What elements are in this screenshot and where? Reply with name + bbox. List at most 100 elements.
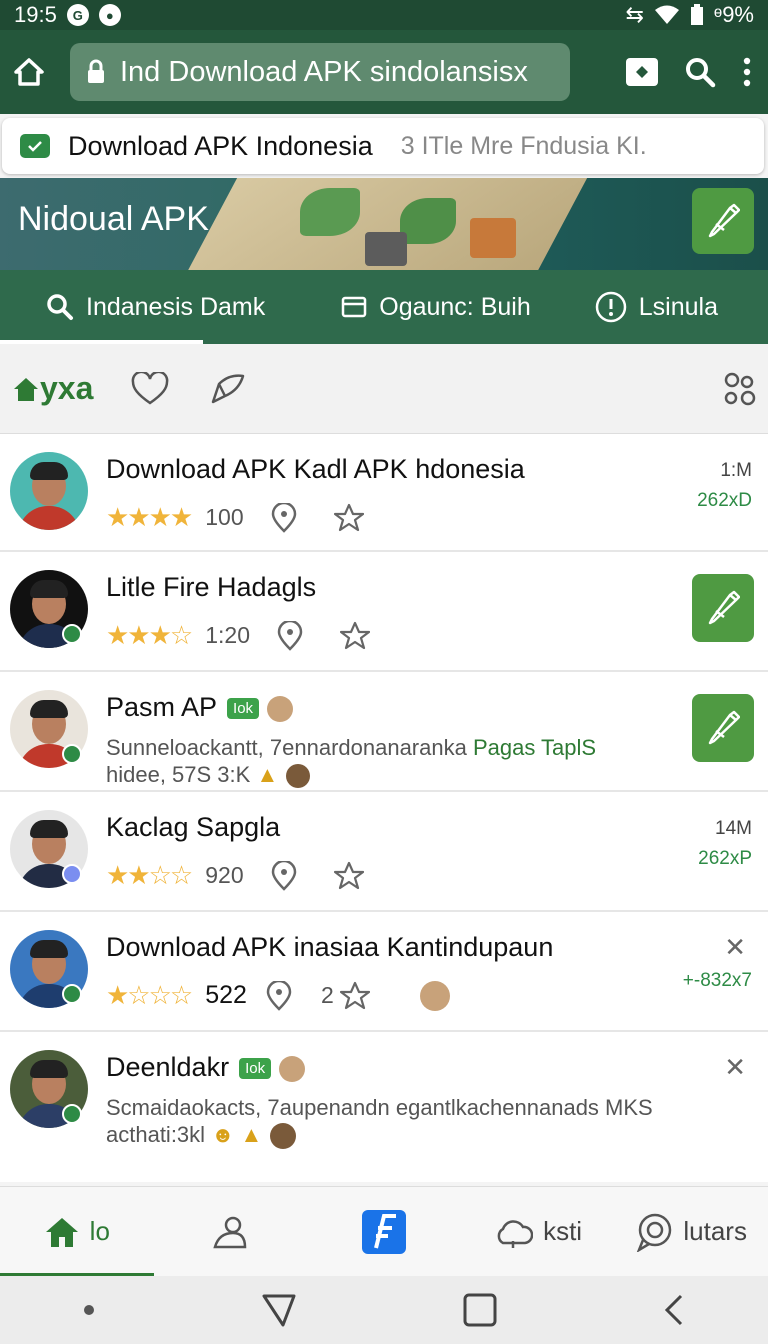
person-icon	[213, 1216, 247, 1248]
tab-window[interactable]: Ogaunc: Buih	[327, 270, 545, 344]
tag-chip: Iok	[227, 698, 260, 720]
more-menu-icon[interactable]	[742, 56, 752, 88]
verified-badge-icon	[62, 744, 82, 764]
verified-badge-icon	[62, 624, 82, 644]
status-bar: 19:5 G ● ⇆ ᶱ9%	[0, 0, 768, 30]
mini-avatar	[286, 764, 311, 789]
app-title: Kaclag Sapgla	[106, 812, 281, 842]
rocket-icon: ▲	[240, 1122, 263, 1147]
back-triangle-icon[interactable]	[261, 1292, 297, 1328]
tab-info[interactable]: Lsinula	[581, 270, 732, 344]
mini-avatar	[267, 695, 294, 722]
brand-home-button[interactable]: yxa	[12, 370, 93, 407]
list-item[interactable]: Download APK inasiaa Kantindupaun ★☆☆☆ 5…	[0, 912, 768, 1032]
emoji-icon: ☻	[211, 1122, 235, 1147]
heart-icon[interactable]	[131, 371, 169, 406]
puzzle-icon[interactable]	[720, 370, 758, 408]
banner-title: Nidoual APK	[18, 200, 209, 238]
flash-app-icon	[361, 1209, 406, 1254]
nav-cloud[interactable]: ksti	[461, 1187, 615, 1277]
close-icon[interactable]: ✕	[724, 932, 746, 963]
list-item[interactable]: Pasm AP Iok Sunnelоackantt, 7ennardonanar…	[0, 672, 768, 792]
tabs-button[interactable]	[626, 58, 658, 86]
home-square-icon[interactable]	[463, 1293, 497, 1327]
home-button[interactable]	[0, 30, 58, 114]
rating-stars: ★★☆☆	[106, 860, 193, 890]
banner-edit-button[interactable]	[692, 188, 754, 254]
url-text: Ind Download APK sindolansisx	[120, 55, 528, 88]
list-item[interactable]: Litle Fire Hadagls ★★★☆ 1:20	[0, 552, 768, 672]
app-size: 1:M	[720, 460, 752, 481]
app-title: Pasm AP Iok	[106, 692, 294, 723]
tab-search[interactable]: Indanesis Damk	[0, 270, 279, 344]
verified-badge-icon	[62, 864, 82, 884]
favorite-star-icon[interactable]	[333, 861, 364, 891]
rating-count: 920	[205, 862, 244, 888]
suggestion-title: Download APK Indonesia	[68, 130, 373, 161]
list-item[interactable]: Kaclag Sapgla ★★☆☆ 920 14M 262xP	[0, 792, 768, 912]
rating-stars: ★★★★	[106, 502, 193, 532]
close-icon[interactable]: ✕	[724, 1052, 746, 1083]
suggestion-subtitle: 3 ITle Mre Fndusia KI.	[400, 131, 647, 160]
app-meta: 1:M 262xD	[697, 456, 752, 516]
tabs-icon	[636, 66, 648, 78]
notification-icon: G	[66, 4, 89, 26]
url-bar[interactable]: Ind Download APK sindolansisx	[70, 43, 570, 101]
tab-label: Lsinula	[638, 292, 718, 321]
chat-notification-icon: ●	[98, 4, 121, 26]
app-stats: ★★★★ 100	[106, 502, 364, 533]
rating-stars: ★★★☆	[106, 620, 193, 650]
favorite-star-icon[interactable]	[340, 621, 370, 651]
install-button[interactable]	[692, 694, 754, 762]
rating-count: 100	[205, 504, 244, 530]
app-list: Download APK Kadl APK hdonesia ★★★★ 100 …	[0, 434, 768, 1182]
location-pin-icon[interactable]	[270, 502, 298, 533]
list-item[interactable]: Download APK Kadl APK hdonesia ★★★★ 100 …	[0, 434, 768, 552]
info-icon	[595, 291, 626, 323]
list-item[interactable]: Deenldakr Iok Scmaidaokacts, 7aupenandn e…	[0, 1032, 768, 1182]
block-decoration	[365, 232, 407, 266]
search-icon[interactable]	[684, 56, 716, 88]
avatar	[10, 452, 88, 530]
nav-label: ksti	[543, 1216, 583, 1246]
nav-app[interactable]	[307, 1187, 461, 1277]
sync-icon: ⇆	[625, 2, 644, 27]
tab-label: Indanesis Damk	[86, 292, 266, 321]
tag-chip: Iok	[239, 1058, 272, 1080]
mini-avatar	[279, 1055, 306, 1082]
nav-home[interactable]: lo	[0, 1187, 154, 1277]
nav-label: lutars	[683, 1216, 747, 1246]
favorite-star-icon[interactable]	[339, 981, 370, 1011]
app-title: Download APK inasiaa Kantindupaun	[106, 932, 554, 962]
pen-icon	[708, 710, 740, 745]
back-arrow-icon[interactable]	[663, 1293, 685, 1327]
house-icon	[14, 377, 38, 401]
pen-icon	[708, 590, 740, 625]
lock-icon	[88, 59, 104, 83]
verified-badge-icon	[62, 984, 82, 1004]
location-pin-icon[interactable]	[265, 980, 293, 1011]
nav-chat[interactable]: lutars	[614, 1187, 768, 1277]
app-title: Litle Fire Hadagls	[106, 572, 317, 602]
app-description: Sunnelоackantt, 7ennardonanaranka Pagas …	[106, 735, 597, 789]
rating-count: 1:20	[205, 622, 250, 648]
dot-icon[interactable]	[83, 1304, 95, 1316]
nav-label: lo	[89, 1216, 110, 1246]
search-suggestion[interactable]: Download APK Indonesia 3 ITle Mre Fndusi…	[2, 118, 764, 174]
send-icon[interactable]	[209, 372, 247, 406]
nav-profile[interactable]	[154, 1187, 308, 1277]
install-button[interactable]	[692, 574, 754, 642]
leaf-decoration	[400, 198, 456, 244]
bottom-navigation: lo ksti lutars	[0, 1186, 768, 1277]
cloud-icon	[497, 1219, 534, 1248]
tab-label: Ogaunc: Buih	[379, 292, 531, 321]
app-downloads: 262xP	[698, 848, 752, 869]
app-stats: ★★★☆ 1:20	[106, 620, 370, 651]
browser-toolbar: Ind Download APK sindolansisx	[0, 30, 768, 114]
home-icon	[14, 58, 44, 86]
favorite-star-icon[interactable]	[333, 503, 364, 533]
location-pin-icon[interactable]	[276, 620, 304, 651]
leaf-decoration	[300, 188, 360, 236]
verified-badge-icon	[62, 1104, 82, 1124]
location-pin-icon[interactable]	[270, 860, 298, 891]
